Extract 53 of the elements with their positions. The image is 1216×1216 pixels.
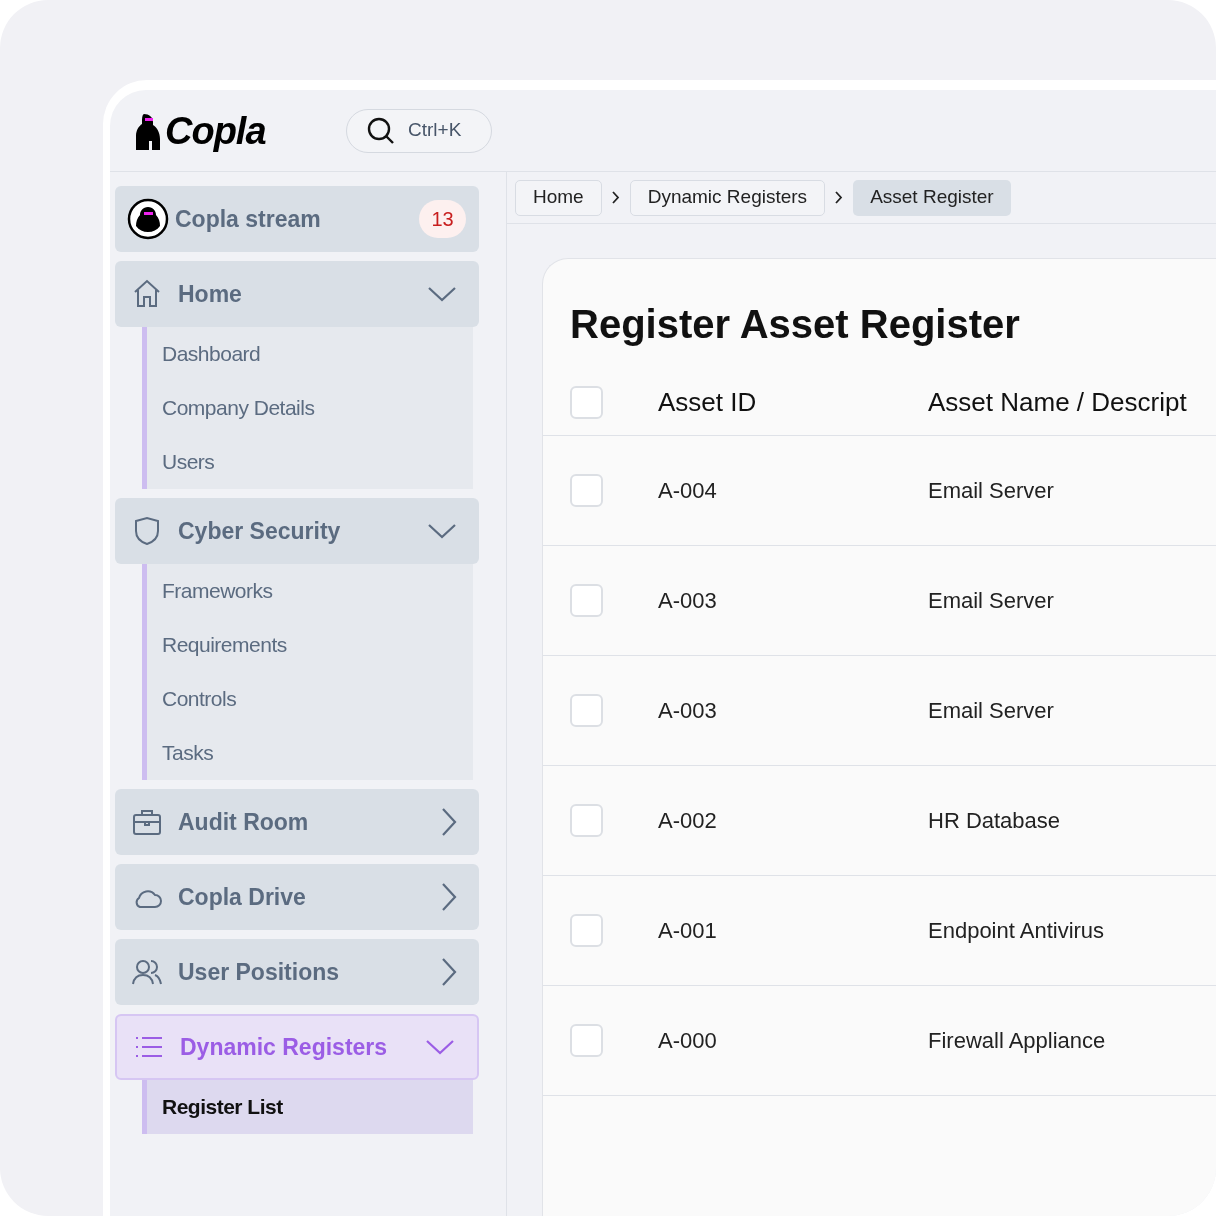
- table-cell-text: A-002: [658, 807, 718, 835]
- chevron-down-icon: [425, 1039, 455, 1055]
- logo-wordmark: Copla: [165, 111, 266, 150]
- nav-item[interactable]: Tasks: [147, 726, 473, 780]
- nav-group-button[interactable]: Home: [115, 261, 479, 327]
- nav-group-button[interactable]: Cyber Security: [115, 498, 479, 564]
- nav-item[interactable]: Dashboard: [147, 327, 473, 381]
- stream-label: Copla stream: [175, 204, 322, 234]
- breadcrumb-link[interactable]: Dynamic Registers: [629, 179, 826, 216]
- select-all-checkbox[interactable]: [570, 385, 603, 419]
- table-cell-text: Endpoint Antivirus: [928, 917, 1105, 945]
- chevron-right-icon: [441, 807, 457, 837]
- row-checkbox[interactable]: [570, 914, 603, 947]
- table-cell-text: HR Database: [928, 807, 1061, 835]
- row-checkbox[interactable]: [570, 694, 603, 727]
- chevron-right-icon: [611, 191, 620, 204]
- page-title: Register Asset Register: [569, 301, 1021, 348]
- chevron-right-icon: [441, 882, 457, 912]
- breadcrumb-link[interactable]: Asset Register: [853, 179, 1011, 216]
- table-cell-text: A-003: [658, 587, 718, 615]
- table-cell-text: Firewall Appliance: [928, 1027, 1106, 1055]
- nav-group-button[interactable]: Dynamic Registers: [115, 1014, 479, 1080]
- nav-item[interactable]: Controls: [147, 672, 473, 726]
- chevron-down-icon: [427, 523, 457, 539]
- nav-group-button[interactable]: User Positions: [115, 939, 479, 1005]
- table-cell-text: A-004: [658, 477, 718, 505]
- breadcrumb-link[interactable]: Home: [515, 179, 602, 216]
- table-cell-text: A-003: [658, 697, 718, 725]
- table-cell-text: Email Server: [928, 697, 1054, 725]
- row-checkbox[interactable]: [570, 804, 603, 837]
- column-header: Asset Name / Descript: [928, 385, 1187, 419]
- row-checkbox[interactable]: [570, 584, 603, 617]
- table-cell-text: A-000: [658, 1027, 718, 1055]
- chevron-down-icon: [427, 286, 457, 302]
- nav-item[interactable]: Company Details: [147, 381, 473, 435]
- row-checkbox[interactable]: [570, 474, 603, 507]
- search-button[interactable]: Ctrl+K: [346, 108, 492, 153]
- chevron-right-icon: [441, 957, 457, 987]
- row-checkbox[interactable]: [570, 1024, 603, 1057]
- nav-item[interactable]: Requirements: [147, 618, 473, 672]
- gorilla-avatar-icon: [127, 198, 169, 240]
- column-header: Asset ID: [658, 385, 758, 419]
- nav-item[interactable]: Frameworks: [147, 564, 473, 618]
- table-cell-text: A-001: [658, 917, 718, 945]
- search-icon: [366, 115, 396, 146]
- table-cell-text: Email Server: [928, 477, 1054, 505]
- nav-group-button[interactable]: Audit Room: [115, 789, 479, 855]
- table-cell-text: Email Server: [928, 587, 1054, 615]
- nav-item[interactable]: Users: [147, 435, 473, 489]
- notification-count: 13: [419, 200, 466, 238]
- stream-button[interactable]: Copla stream 13: [115, 186, 479, 252]
- nav-group-button[interactable]: Copla Drive: [115, 864, 479, 930]
- chevron-right-icon: [835, 191, 844, 204]
